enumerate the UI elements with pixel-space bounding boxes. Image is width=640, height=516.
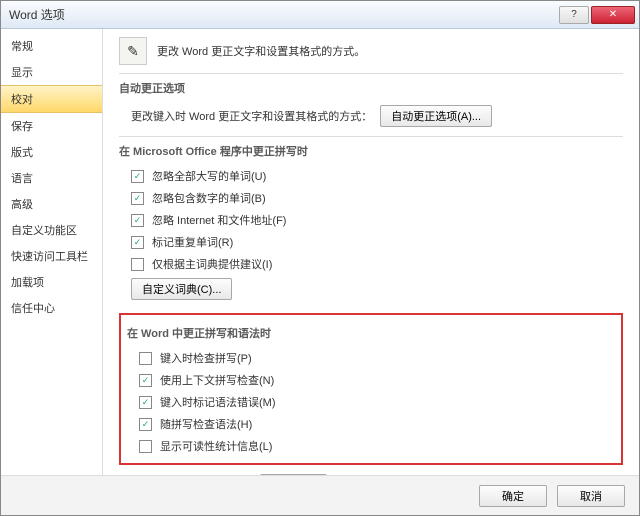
titlebar: Word 选项 ? ✕ xyxy=(1,1,639,29)
sidebar-item-language[interactable]: 语言 xyxy=(1,165,102,191)
window-buttons: ? ✕ xyxy=(559,6,635,24)
footer: 确定 取消 xyxy=(1,475,639,515)
checkbox-ignore-numbers[interactable] xyxy=(131,192,144,205)
autocorrect-row: 更改键入时 Word 更正文字和设置其格式的方式： 自动更正选项(A)... xyxy=(119,102,623,130)
section-autocorrect-title: 自动更正选项 xyxy=(119,73,623,102)
sidebar-item-general[interactable]: 常规 xyxy=(1,33,102,59)
header-text: 更改 Word 更正文字和设置其格式的方式。 xyxy=(157,43,365,59)
sidebar-item-trust[interactable]: 信任中心 xyxy=(1,295,102,321)
sidebar: 常规 显示 校对 保存 版式 语言 高级 自定义功能区 快速访问工具栏 加载项 … xyxy=(1,29,103,475)
content-area: 常规 显示 校对 保存 版式 语言 高级 自定义功能区 快速访问工具栏 加载项 … xyxy=(1,29,639,475)
sidebar-item-display[interactable]: 显示 xyxy=(1,59,102,85)
label-mark-grammar: 键入时标记语法错误(M) xyxy=(160,394,276,410)
settings-button[interactable]: 设置(T)... xyxy=(260,474,327,475)
checkbox-grammar-with-spell[interactable] xyxy=(139,418,152,431)
checkbox-main-dict-only[interactable] xyxy=(131,258,144,271)
sidebar-item-layout[interactable]: 版式 xyxy=(1,139,102,165)
dialog-window: Word 选项 ? ✕ 常规 显示 校对 保存 版式 语言 高级 自定义功能区 … xyxy=(0,0,640,516)
label-check-spelling: 键入时检查拼写(P) xyxy=(160,350,252,366)
main-panel[interactable]: ✎ 更改 Word 更正文字和设置其格式的方式。 自动更正选项 更改键入时 Wo… xyxy=(103,29,639,475)
label-ignore-internet: 忽略 Internet 和文件地址(F) xyxy=(152,212,286,228)
checkbox-context-spell[interactable] xyxy=(139,374,152,387)
autocorrect-options-button[interactable]: 自动更正选项(A)... xyxy=(380,105,492,127)
sidebar-item-advanced[interactable]: 高级 xyxy=(1,191,102,217)
cancel-button[interactable]: 取消 xyxy=(557,485,625,507)
autocorrect-desc: 更改键入时 Word 更正文字和设置其格式的方式： xyxy=(131,108,372,124)
sidebar-item-ribbon[interactable]: 自定义功能区 xyxy=(1,217,102,243)
ok-button[interactable]: 确定 xyxy=(479,485,547,507)
help-button[interactable]: ? xyxy=(559,6,589,24)
label-ignore-numbers: 忽略包含数字的单词(B) xyxy=(152,190,266,206)
checkbox-repeated-words[interactable] xyxy=(131,236,144,249)
label-grammar-with-spell: 随拼写检查语法(H) xyxy=(160,416,252,432)
checkbox-ignore-caps[interactable] xyxy=(131,170,144,183)
highlight-box: 在 Word 中更正拼写和语法时 键入时检查拼写(P) 使用上下文拼写检查(N)… xyxy=(119,313,623,465)
sidebar-item-qat[interactable]: 快速访问工具栏 xyxy=(1,243,102,269)
sidebar-item-save[interactable]: 保存 xyxy=(1,113,102,139)
label-ignore-caps: 忽略全部大写的单词(U) xyxy=(152,168,266,184)
section-office-title: 在 Microsoft Office 程序中更正拼写时 xyxy=(119,136,623,165)
checkbox-readability[interactable] xyxy=(139,440,152,453)
proofing-icon: ✎ xyxy=(119,37,147,65)
header-row: ✎ 更改 Word 更正文字和设置其格式的方式。 xyxy=(119,37,623,65)
sidebar-item-proofing[interactable]: 校对 xyxy=(1,85,102,113)
checkbox-ignore-internet[interactable] xyxy=(131,214,144,227)
checkbox-check-spelling[interactable] xyxy=(139,352,152,365)
window-title: Word 选项 xyxy=(9,6,559,23)
label-context-spell: 使用上下文拼写检查(N) xyxy=(160,372,274,388)
section-word-title: 在 Word 中更正拼写和语法时 xyxy=(127,319,615,347)
label-repeated-words: 标记重复单词(R) xyxy=(152,234,233,250)
custom-dict-button[interactable]: 自定义词典(C)... xyxy=(131,278,232,300)
close-button[interactable]: ✕ xyxy=(591,6,635,24)
checkbox-mark-grammar[interactable] xyxy=(139,396,152,409)
sidebar-item-addins[interactable]: 加载项 xyxy=(1,269,102,295)
label-main-dict-only: 仅根据主词典提供建议(I) xyxy=(152,256,272,272)
label-readability: 显示可读性统计信息(L) xyxy=(160,438,272,454)
